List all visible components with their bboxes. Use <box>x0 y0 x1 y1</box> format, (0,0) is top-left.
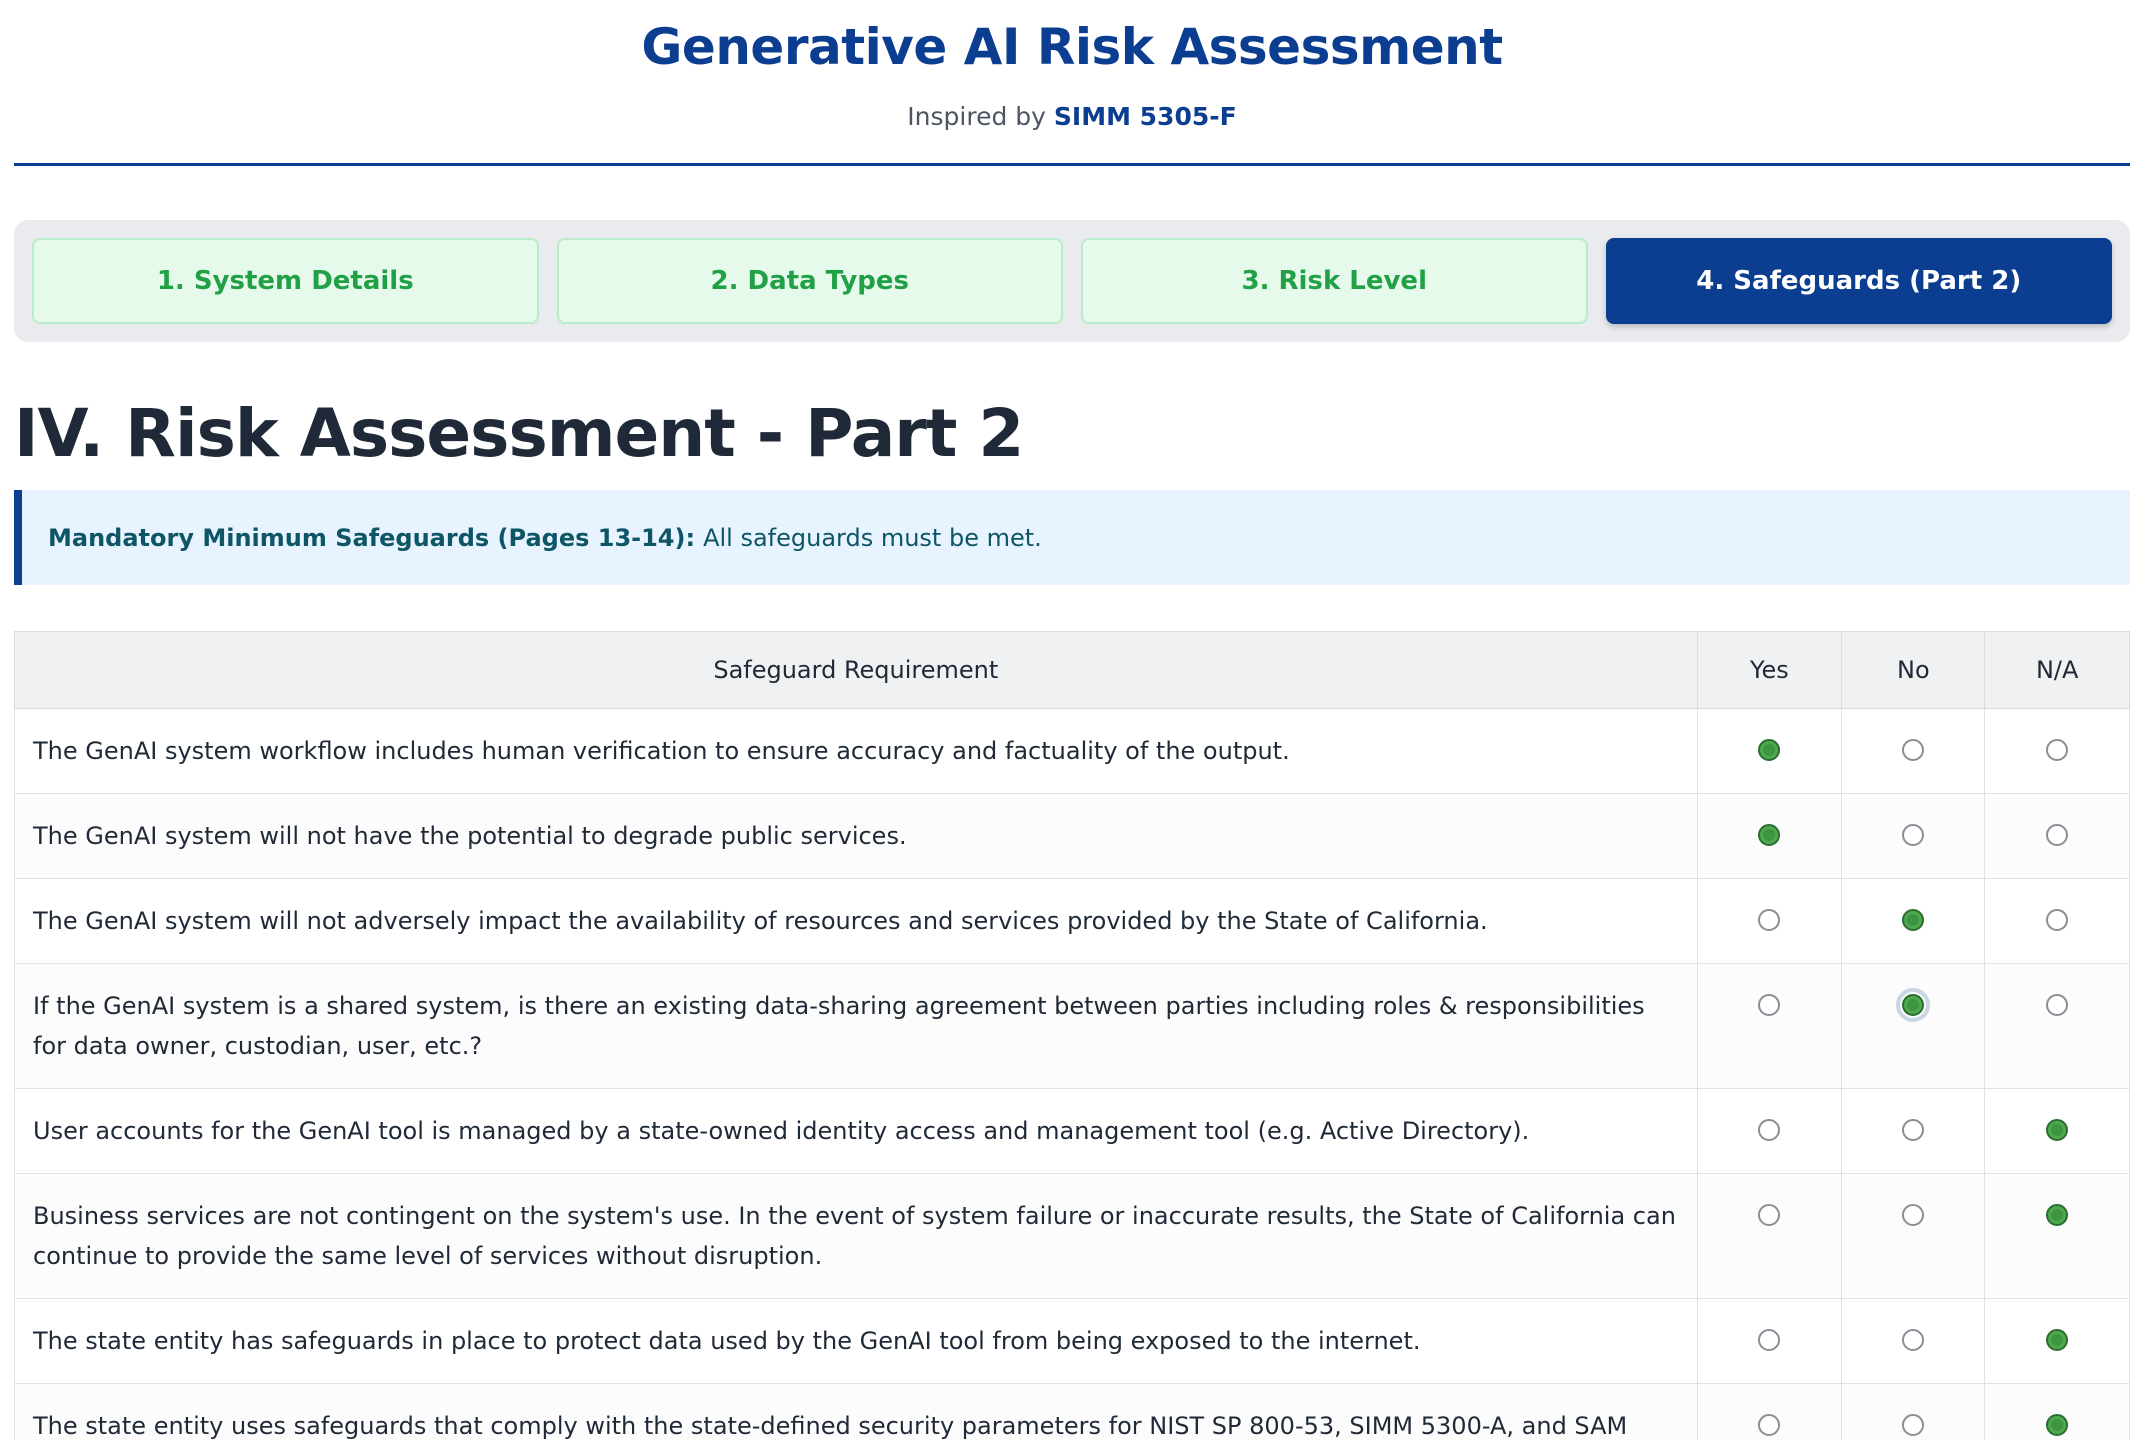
tab-data-types[interactable]: 2. Data Types <box>556 238 1063 324</box>
option-cell-na <box>1984 793 2130 879</box>
header: Generative AI Risk Assessment Inspired b… <box>14 0 2130 166</box>
safeguard-requirement-text: If the GenAI system is a shared system, … <box>14 963 1698 1089</box>
option-cell-na <box>1984 963 2130 1089</box>
step-tabs: 1. System Details 2. Data Types 3. Risk … <box>14 220 2130 342</box>
radio-na[interactable] <box>2046 994 2069 1016</box>
safeguards-table: Safeguard Requirement Yes No N/A The Gen… <box>14 631 2130 1440</box>
radio-na[interactable] <box>2046 1414 2069 1436</box>
header-yes: Yes <box>1696 631 1843 709</box>
radio-yes[interactable] <box>1758 739 1781 761</box>
radio-yes[interactable] <box>1758 1119 1781 1141</box>
table-row: The GenAI system workflow includes human… <box>14 708 2130 794</box>
subtitle-reference: SIMM 5305-F <box>1053 102 1237 131</box>
tab-system-details[interactable]: 1. System Details <box>32 238 539 324</box>
option-cell-no <box>1841 878 1986 964</box>
option-cell-yes <box>1696 963 1843 1089</box>
radio-na[interactable] <box>2046 1119 2069 1141</box>
safeguard-requirement-text: The state entity uses safeguards that co… <box>14 1383 1698 1440</box>
safeguard-requirement-text: The GenAI system workflow includes human… <box>14 708 1698 794</box>
table-row: User accounts for the GenAI tool is mana… <box>14 1088 2130 1174</box>
radio-na[interactable] <box>2046 739 2069 761</box>
safeguard-requirement-text: The GenAI system will not have the poten… <box>14 793 1698 879</box>
header-na: N/A <box>1984 631 2130 709</box>
table-header-row: Safeguard Requirement Yes No N/A <box>14 631 2130 709</box>
option-cell-yes <box>1696 1088 1843 1174</box>
radio-yes[interactable] <box>1758 909 1781 931</box>
radio-no[interactable] <box>1902 739 1925 761</box>
tab-risk-level[interactable]: 3. Risk Level <box>1081 238 1588 324</box>
option-cell-yes <box>1696 1383 1843 1440</box>
notice-text: All safeguards must be met. <box>703 523 1042 552</box>
radio-na[interactable] <box>2046 909 2069 931</box>
option-cell-no <box>1841 793 1986 879</box>
safeguard-requirement-text: The GenAI system will not adversely impa… <box>14 878 1698 964</box>
radio-na[interactable] <box>2046 824 2069 846</box>
option-cell-na <box>1984 1088 2130 1174</box>
option-cell-na <box>1984 1383 2130 1440</box>
table-row: The state entity has safeguards in place… <box>14 1298 2130 1384</box>
safeguards-notice: Mandatory Minimum Safeguards (Pages 13-1… <box>14 490 2130 585</box>
table-row: If the GenAI system is a shared system, … <box>14 963 2130 1089</box>
radio-no[interactable] <box>1896 988 1931 1022</box>
option-cell-na <box>1984 1298 2130 1384</box>
radio-yes[interactable] <box>1758 1414 1781 1436</box>
option-cell-no <box>1841 963 1986 1089</box>
table-row: Business services are not contingent on … <box>14 1173 2130 1299</box>
radio-no[interactable] <box>1902 1414 1925 1436</box>
radio-no[interactable] <box>1902 909 1925 931</box>
table-row: The GenAI system will not adversely impa… <box>14 878 2130 964</box>
radio-na[interactable] <box>2046 1204 2069 1226</box>
radio-yes[interactable] <box>1758 1204 1781 1226</box>
page-title: Generative AI Risk Assessment <box>641 18 1503 76</box>
radio-na[interactable] <box>2046 1329 2069 1351</box>
option-cell-na <box>1984 708 2130 794</box>
radio-no[interactable] <box>1902 1329 1925 1351</box>
option-cell-yes <box>1696 1298 1843 1384</box>
safeguard-requirement-text: User accounts for the GenAI tool is mana… <box>14 1088 1698 1174</box>
radio-no[interactable] <box>1902 824 1925 846</box>
radio-yes[interactable] <box>1758 824 1781 846</box>
table-row: The GenAI system will not have the poten… <box>14 793 2130 879</box>
subtitle-prefix: Inspired by <box>907 102 1046 131</box>
section-title: IV. Risk Assessment - Part 2 <box>14 395 1024 472</box>
option-cell-no <box>1841 1383 1986 1440</box>
header-no: No <box>1841 631 1986 709</box>
option-cell-yes <box>1696 878 1843 964</box>
table-row: The state entity uses safeguards that co… <box>14 1383 2130 1440</box>
radio-no[interactable] <box>1902 1204 1925 1226</box>
radio-yes[interactable] <box>1758 994 1781 1016</box>
page: Generative AI Risk Assessment Inspired b… <box>0 0 2144 1440</box>
radio-yes[interactable] <box>1758 1329 1781 1351</box>
option-cell-yes <box>1696 708 1843 794</box>
page-subtitle: Inspired by SIMM 5305-F <box>14 102 2130 131</box>
radio-no[interactable] <box>1902 1119 1925 1141</box>
option-cell-yes <box>1696 793 1843 879</box>
option-cell-yes <box>1696 1173 1843 1299</box>
safeguard-requirement-text: Business services are not contingent on … <box>14 1173 1698 1299</box>
notice-heading: Mandatory Minimum Safeguards (Pages 13-1… <box>48 523 696 552</box>
table-body: The GenAI system workflow includes human… <box>14 708 2130 1440</box>
option-cell-na <box>1984 878 2130 964</box>
header-requirement: Safeguard Requirement <box>14 631 1698 709</box>
safeguard-requirement-text: The state entity has safeguards in place… <box>14 1298 1698 1384</box>
option-cell-no <box>1841 1298 1986 1384</box>
option-cell-no <box>1841 1173 1986 1299</box>
option-cell-na <box>1984 1173 2130 1299</box>
option-cell-no <box>1841 1088 1986 1174</box>
option-cell-no <box>1841 708 1986 794</box>
tab-safeguards-part-2[interactable]: 4. Safeguards (Part 2) <box>1605 238 2112 324</box>
